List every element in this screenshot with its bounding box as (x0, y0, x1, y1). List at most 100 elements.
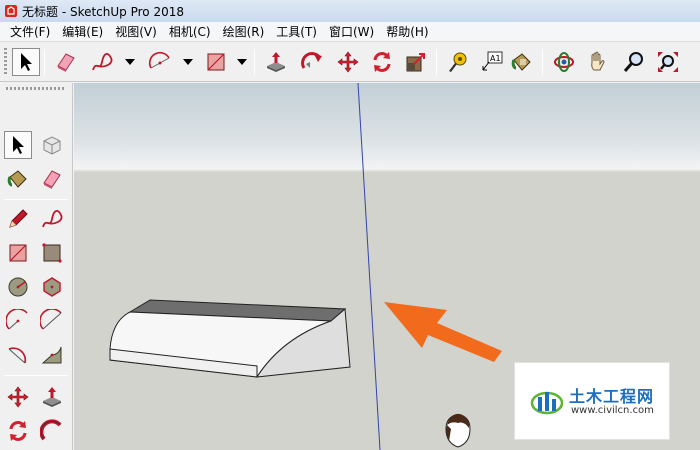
select-tool-button[interactable] (12, 48, 40, 76)
zoom-magnifier-icon (623, 52, 643, 72)
push-pull-tool-button[interactable] (38, 383, 66, 411)
text-icon: A1 (482, 51, 503, 71)
move-icon (7, 386, 29, 408)
rectangle-tool-button[interactable] (202, 48, 230, 76)
component-tool-button[interactable] (38, 131, 66, 159)
toolbar-separator (254, 49, 255, 75)
chevron-down-icon[interactable] (182, 57, 194, 67)
pencil-icon (9, 209, 28, 228)
zoom-extents-tool-button[interactable] (654, 48, 682, 76)
circle-tool-button[interactable] (4, 273, 32, 301)
paint-bucket-icon (7, 170, 27, 188)
arc-icon (148, 51, 170, 69)
eraser-tool-button[interactable] (38, 165, 66, 193)
tape-measure-tool-button[interactable] (444, 48, 472, 76)
push-pull-icon (267, 52, 285, 72)
follow-me-tool-button[interactable] (38, 417, 66, 445)
sketchup-logo-icon (5, 5, 17, 17)
polygon-icon (43, 277, 61, 297)
two-point-arc-icon (40, 309, 62, 330)
pan-tool-button[interactable] (584, 48, 612, 76)
line-tool-button[interactable] (4, 205, 32, 233)
left-toolbar (0, 83, 73, 450)
toolbar-separator (4, 375, 68, 376)
paint-bucket-icon (511, 53, 531, 71)
toolbar-separator (4, 199, 68, 200)
push-pull-tool-button[interactable] (262, 48, 290, 76)
menu-view[interactable]: 视图(V) (109, 23, 163, 40)
rotated-rectangle-icon (42, 243, 62, 263)
toolbar-separator (44, 49, 45, 75)
polygon-tool-button[interactable] (38, 273, 66, 301)
freehand-tool-button[interactable] (38, 205, 66, 233)
menu-help[interactable]: 帮助(H) (380, 23, 434, 40)
menu-file[interactable]: 文件(F) (4, 23, 56, 40)
select-tool-button[interactable] (4, 131, 32, 159)
freehand-icon (92, 53, 113, 71)
rotate-icon (373, 52, 391, 72)
menu-draw[interactable]: 绘图(R) (217, 23, 271, 40)
watermark-panel: 土木工程网 www.civilcn.com (514, 362, 670, 440)
move-icon (337, 51, 359, 73)
pie-icon (8, 347, 27, 364)
text-tool-label: A1 (490, 54, 501, 63)
rotated-rectangle-tool-button[interactable] (38, 239, 66, 267)
follow-me-icon (301, 52, 322, 69)
toolbar-grip[interactable] (6, 87, 66, 90)
arc-icon (6, 309, 28, 330)
range-hood-model[interactable] (109, 299, 351, 378)
push-pull-icon (43, 387, 61, 407)
toolbar-separator (436, 49, 437, 75)
orbit-icon (554, 52, 574, 72)
blue-axis (357, 83, 381, 450)
rotate-tool-button[interactable] (4, 417, 32, 445)
menu-edit[interactable]: 编辑(E) (56, 23, 109, 40)
title-bar: 无标题 - SketchUp Pro 2018 (0, 0, 700, 22)
rectangle-tool-button[interactable] (4, 239, 32, 267)
civilcn-logo-icon (530, 391, 564, 415)
follow-me-icon (40, 419, 62, 441)
circle-icon (8, 277, 28, 297)
menu-bar: 文件(F) 编辑(E) 视图(V) 相机(C) 绘图(R) 工具(T) 窗口(W… (0, 22, 700, 42)
rectangle-icon (9, 244, 27, 262)
rotate-tool-button[interactable] (368, 48, 396, 76)
paint-bucket-tool-button[interactable] (508, 48, 536, 76)
toolbar-grip[interactable] (4, 48, 7, 76)
move-tool-button[interactable] (334, 48, 362, 76)
three-point-arc-icon (41, 346, 62, 364)
window-title: 无标题 - SketchUp Pro 2018 (22, 4, 184, 19)
zoom-extents-icon (658, 52, 678, 72)
component-icon (43, 136, 61, 155)
eraser-tool-button[interactable] (52, 48, 80, 76)
orbit-tool-button[interactable] (550, 48, 578, 76)
person-figure (445, 413, 471, 448)
pan-hand-icon (591, 51, 605, 71)
text-tool-button[interactable]: A1 (478, 48, 506, 76)
pie-tool-button[interactable] (4, 341, 32, 369)
paint-bucket-tool-button[interactable] (4, 165, 32, 193)
annotation-arrow (384, 302, 502, 362)
scale-tool-button[interactable] (402, 48, 430, 76)
rotate-icon (9, 421, 27, 441)
arc-tool-button[interactable] (146, 48, 174, 76)
freehand-tool-button[interactable] (88, 48, 116, 76)
menu-window[interactable]: 窗口(W) (323, 23, 380, 40)
freehand-icon (42, 210, 63, 228)
select-arrow-icon (21, 53, 32, 71)
chevron-down-icon[interactable] (236, 57, 248, 67)
menu-tools[interactable]: 工具(T) (270, 23, 323, 40)
arc-tool-button[interactable] (4, 307, 32, 335)
two-point-arc-tool-button[interactable] (38, 307, 66, 335)
follow-me-tool-button[interactable] (298, 48, 326, 76)
toolbar-separator (542, 49, 543, 75)
move-tool-button[interactable] (4, 383, 32, 411)
rectangle-icon (207, 53, 225, 71)
tape-measure-icon (449, 52, 467, 72)
zoom-tool-button[interactable] (620, 48, 648, 76)
eraser-icon (43, 170, 61, 189)
eraser-icon (57, 53, 75, 72)
chevron-down-icon[interactable] (124, 57, 136, 67)
menu-camera[interactable]: 相机(C) (163, 23, 217, 40)
three-point-arc-tool-button[interactable] (38, 341, 66, 369)
main-toolbar: A1 (0, 42, 700, 82)
